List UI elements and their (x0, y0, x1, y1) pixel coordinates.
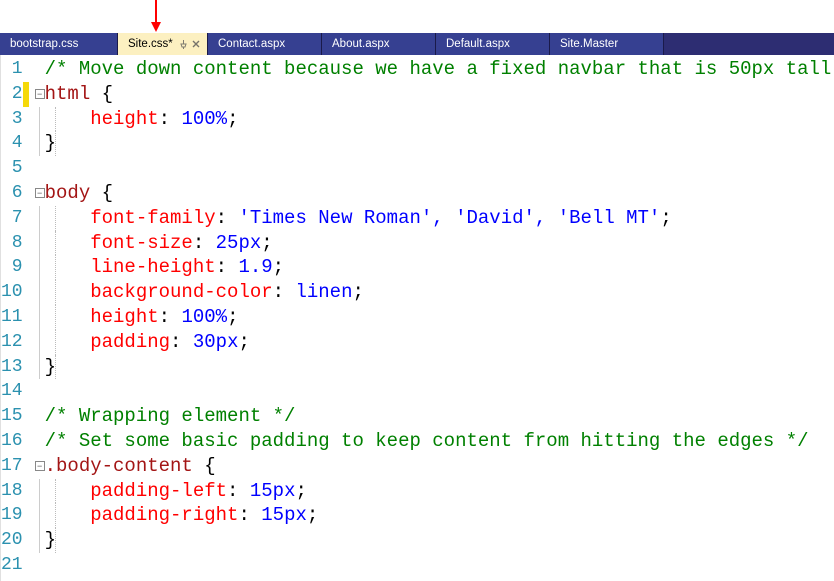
line-number: 3 (1, 107, 23, 132)
line-number: 19 (1, 503, 23, 528)
line-number: 17 (1, 454, 23, 479)
line-number: 9 (1, 255, 23, 280)
code-line: /* Wrapping element */ (45, 404, 834, 429)
code-line (45, 379, 834, 404)
code-line: height: 100%; (45, 107, 834, 132)
tab-site-css[interactable]: Site.css* (118, 33, 208, 55)
code-line: line-height: 1.9; (45, 255, 834, 280)
code-line: /* Move down content because we have a f… (45, 57, 834, 82)
editor-tabstrip: bootstrap.css Site.css* Contact.aspx Abo… (0, 33, 834, 55)
code-line: font-family: 'Times New Roman', 'David',… (45, 206, 834, 231)
line-number-gutter: 1 2 3 4 5 6 7 8 9 10 11 12 13 14 15 16 1… (1, 55, 35, 581)
code-line: /* Set some basic padding to keep conten… (45, 429, 834, 454)
pin-icon[interactable] (179, 40, 188, 49)
code-line (45, 156, 834, 181)
line-number: 15 (1, 404, 23, 429)
line-number: 16 (1, 429, 23, 454)
fold-toggle-icon[interactable]: − (35, 461, 45, 471)
tab-label: Contact.aspx (218, 38, 285, 50)
tab-contact-aspx[interactable]: Contact.aspx (208, 33, 322, 55)
tab-about-aspx[interactable]: About.aspx (322, 33, 436, 55)
code-line: padding-right: 15px; (45, 503, 834, 528)
line-number: 2 (1, 82, 23, 107)
line-number: 14 (1, 379, 23, 404)
code-line (45, 553, 834, 578)
line-number: 10 (1, 280, 23, 305)
tab-label: About.aspx (332, 38, 390, 50)
line-number: 5 (1, 156, 23, 181)
code-line: height: 100%; (45, 305, 834, 330)
line-number: 18 (1, 479, 23, 504)
line-number: 6 (1, 181, 23, 206)
code-line: } (45, 528, 834, 553)
code-line: } (45, 355, 834, 380)
fold-toggle-icon[interactable]: − (35, 89, 45, 99)
line-number: 21 (1, 553, 23, 578)
change-marker (23, 82, 29, 107)
annotation-arrow-icon (148, 0, 164, 34)
line-number: 11 (1, 305, 23, 330)
tab-site-master[interactable]: Site.Master (550, 33, 664, 55)
close-icon[interactable] (192, 38, 200, 50)
tab-label: bootstrap.css (10, 38, 78, 50)
code-line: background-color: linen; (45, 280, 834, 305)
fold-gutter: − − − (35, 55, 45, 581)
line-number: 4 (1, 131, 23, 156)
code-line: font-size: 25px; (45, 231, 834, 256)
line-number: 8 (1, 231, 23, 256)
code-editor[interactable]: 1 2 3 4 5 6 7 8 9 10 11 12 13 14 15 16 1… (0, 55, 834, 581)
code-line: } (45, 131, 834, 156)
line-number: 20 (1, 528, 23, 553)
tab-label: Site.Master (560, 38, 618, 50)
code-line: .body-content { (45, 454, 834, 479)
fold-toggle-icon[interactable]: − (35, 188, 45, 198)
code-line: padding: 30px; (45, 330, 834, 355)
code-content[interactable]: /* Move down content because we have a f… (45, 55, 834, 581)
tab-bootstrap-css[interactable]: bootstrap.css (0, 33, 118, 55)
tab-label: Site.css* (128, 38, 173, 50)
line-number: 1 (1, 57, 23, 82)
code-line: padding-left: 15px; (45, 479, 834, 504)
code-line: html { (45, 82, 834, 107)
line-number: 12 (1, 330, 23, 355)
line-number: 13 (1, 355, 23, 380)
code-line: body { (45, 181, 834, 206)
tab-label: Default.aspx (446, 38, 510, 50)
tab-default-aspx[interactable]: Default.aspx (436, 33, 550, 55)
line-number: 7 (1, 206, 23, 231)
